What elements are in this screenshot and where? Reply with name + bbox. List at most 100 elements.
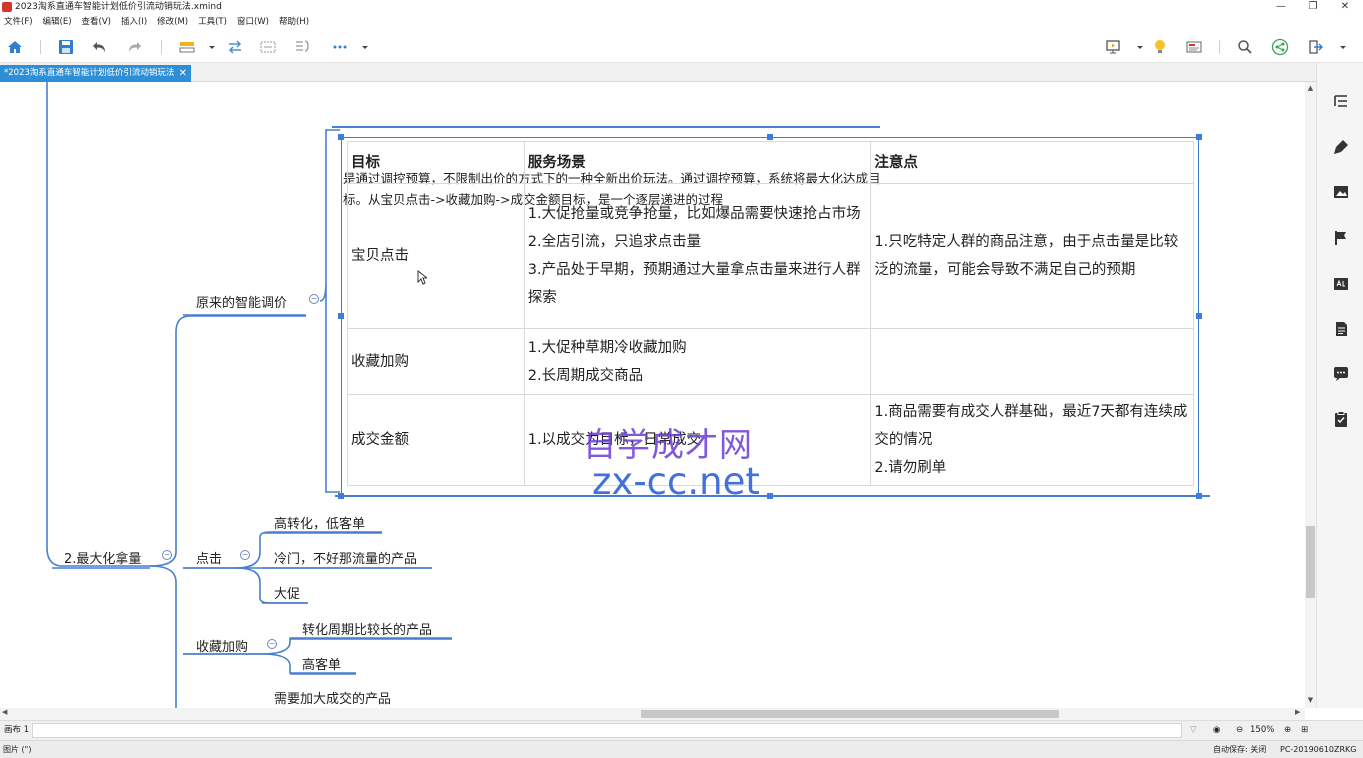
node-original-smart-bidding[interactable]: 原来的智能调价: [196, 292, 287, 311]
node-maximize-volume[interactable]: 2.最大化拿量: [64, 548, 141, 567]
computer-name: PC-20190610ZRKG: [1280, 745, 1357, 754]
resize-handle[interactable]: [338, 134, 344, 140]
toolbar: [0, 31, 1363, 63]
home-icon[interactable]: [6, 38, 24, 56]
image-icon[interactable]: [1332, 183, 1350, 201]
outline-view-icon[interactable]: [1185, 38, 1203, 56]
node-click[interactable]: 点击: [196, 548, 222, 567]
title-bar: 2023淘系直通车智能计划低价引流动销玩法.xmind — ❐ ✕: [0, 0, 1363, 14]
format-brush-icon[interactable]: [1332, 138, 1350, 156]
node-fav-child[interactable]: 高客单: [302, 654, 341, 673]
resize-handle[interactable]: [1196, 134, 1202, 140]
horizontal-scrollbar[interactable]: ◀ ▶: [0, 708, 1305, 720]
summary-icon[interactable]: [293, 38, 311, 56]
resize-handle[interactable]: [1196, 313, 1202, 319]
menu-help[interactable]: 帮助(H): [279, 14, 309, 30]
table-cell: 1.大促种草期冷收藏加购 2.长周期成交商品: [523, 328, 872, 395]
goal-table[interactable]: 目标 服务场景 注意点 宝贝点击 1.大促抢量或竞争抢量，比如爆品需要快速抢占市…: [347, 141, 1194, 486]
redo-icon[interactable]: [125, 38, 143, 56]
scene-line: 2.全店引流，只追求点击量: [527, 234, 702, 250]
menu-window[interactable]: 窗口(W): [237, 14, 269, 30]
scroll-up-icon[interactable]: ▲: [1306, 84, 1315, 94]
sheet-bar: 画布 1 ▽ ◉ ⊖ 150% ⊕ ⊞: [0, 720, 1363, 740]
vertical-scrollbar[interactable]: ▲ ▼: [1305, 82, 1316, 708]
autosave-status[interactable]: 自动保存: 关闭: [1213, 741, 1266, 758]
resize-handle[interactable]: [338, 313, 344, 319]
scrollbar-thumb[interactable]: [1306, 526, 1315, 598]
maximize-button[interactable]: ❐: [1298, 0, 1328, 14]
collapse-icon[interactable]: −: [309, 294, 319, 304]
scene-line: 2.长周期成交商品: [527, 367, 644, 384]
node-deal-hint[interactable]: 需要加大成交的产品: [274, 688, 391, 707]
menu-view[interactable]: 查看(V): [82, 14, 111, 30]
presentation-icon[interactable]: [1104, 38, 1122, 56]
resize-handle[interactable]: [1196, 493, 1202, 499]
menu-edit[interactable]: 编辑(E): [43, 14, 72, 30]
node-favorite-cart[interactable]: 收藏加购: [196, 636, 248, 655]
task-icon[interactable]: [1332, 410, 1350, 428]
chevron-down-icon[interactable]: [356, 38, 368, 56]
notes-icon[interactable]: [1332, 320, 1350, 338]
table-cell: 1.只吃特定人群的商品注意，由于点击量是比较泛的流量，可能会导致不满足自己的预期: [870, 183, 1194, 329]
search-icon[interactable]: [1236, 38, 1254, 56]
scroll-down-icon[interactable]: ▼: [1306, 696, 1315, 706]
comment-icon[interactable]: [1332, 365, 1350, 383]
scroll-left-icon[interactable]: ◀: [2, 708, 7, 716]
collapse-icon[interactable]: −: [162, 550, 172, 560]
zoom-level: 150%: [1250, 725, 1275, 735]
text-label-icon[interactable]: [1332, 275, 1350, 293]
menu-file[interactable]: 文件(F): [4, 14, 33, 30]
eye-icon[interactable]: ◉: [1213, 721, 1220, 740]
undo-icon[interactable]: [91, 38, 109, 56]
mindmap-canvas[interactable]: 是通过调控预算，不限制出价的方式下的一种全新出价玩法。通过调控预算，系统将最大化…: [0, 82, 1305, 708]
topic-style-icon[interactable]: [178, 38, 196, 56]
menu-bar: 文件(F) 编辑(E) 查看(V) 插入(I) 修改(M) 工具(T) 窗口(W) 帮助(H): [0, 14, 1363, 30]
minimize-button[interactable]: —: [1266, 0, 1296, 14]
collapse-icon[interactable]: −: [240, 550, 250, 560]
menu-tools[interactable]: 工具(T): [198, 14, 227, 30]
sheet-tab-area: [32, 723, 1182, 738]
resize-handle[interactable]: [338, 493, 344, 499]
flag-icon[interactable]: [1332, 229, 1350, 247]
scene-line: 1.大促种草期冷收藏加购: [527, 339, 687, 356]
chevron-down-icon[interactable]: [1131, 38, 1143, 56]
filter-icon[interactable]: ▽: [1190, 721, 1197, 740]
table-row: 收藏加购 1.大促种草期冷收藏加购 2.长周期成交商品: [347, 328, 1194, 395]
table-header-row: 目标 服务场景 注意点: [347, 141, 1194, 184]
table-header: 目标: [347, 141, 525, 184]
zoom-in-icon[interactable]: ⊕: [1284, 721, 1291, 740]
table-row: 成交金额 1.以成交为目标，日常成交 1.商品需要有成交人群基础，最近7天都有连…: [347, 394, 1194, 486]
sheet-tab[interactable]: 画布 1: [4, 721, 29, 740]
menu-insert[interactable]: 插入(I): [121, 14, 147, 30]
outline-icon[interactable]: [1332, 92, 1350, 110]
resize-handle[interactable]: [767, 493, 773, 499]
lightbulb-icon[interactable]: [1151, 38, 1169, 56]
close-tab-icon[interactable]: ✕: [179, 65, 187, 82]
note-line: 1.商品需要有成交人群基础，最近7天都有连续成交的情况: [874, 404, 1188, 448]
node-click-child[interactable]: 大促: [274, 583, 300, 602]
menu-modify[interactable]: 修改(M): [157, 14, 188, 30]
share-icon[interactable]: [1271, 38, 1289, 56]
collapse-icon[interactable]: −: [267, 639, 277, 649]
chevron-down-icon[interactable]: [1334, 38, 1346, 56]
node-click-child[interactable]: 冷门，不好那流量的产品: [274, 548, 417, 567]
chevron-down-icon[interactable]: [203, 38, 215, 56]
relationship-icon[interactable]: [226, 38, 244, 56]
tab-bar: *2023淘系直通车智能计划低价引流动销玩法 ✕: [0, 63, 1363, 82]
save-icon[interactable]: [57, 38, 75, 56]
resize-handle[interactable]: [767, 134, 773, 140]
scrollbar-thumb[interactable]: [641, 710, 1059, 718]
tab-document[interactable]: *2023淘系直通车智能计划低价引流动销玩法 ✕: [0, 65, 191, 82]
table-cell: 1.商品需要有成交人群基础，最近7天都有连续成交的情况 2.请勿刷单: [870, 394, 1194, 486]
status-left: 图片 ("): [3, 745, 32, 754]
more-icon[interactable]: [331, 38, 349, 56]
close-window-button[interactable]: ✕: [1330, 0, 1360, 14]
node-click-child[interactable]: 高转化，低客单: [274, 513, 365, 532]
node-fav-child[interactable]: 转化周期比较长的产品: [302, 619, 432, 638]
scroll-right-icon[interactable]: ▶: [1295, 708, 1300, 716]
fit-icon[interactable]: ⊞: [1301, 721, 1308, 740]
zoom-out-icon[interactable]: ⊖: [1236, 721, 1243, 740]
export-icon[interactable]: [1306, 38, 1324, 56]
mouse-cursor-icon: [417, 270, 427, 285]
boundary-icon[interactable]: [259, 38, 277, 56]
